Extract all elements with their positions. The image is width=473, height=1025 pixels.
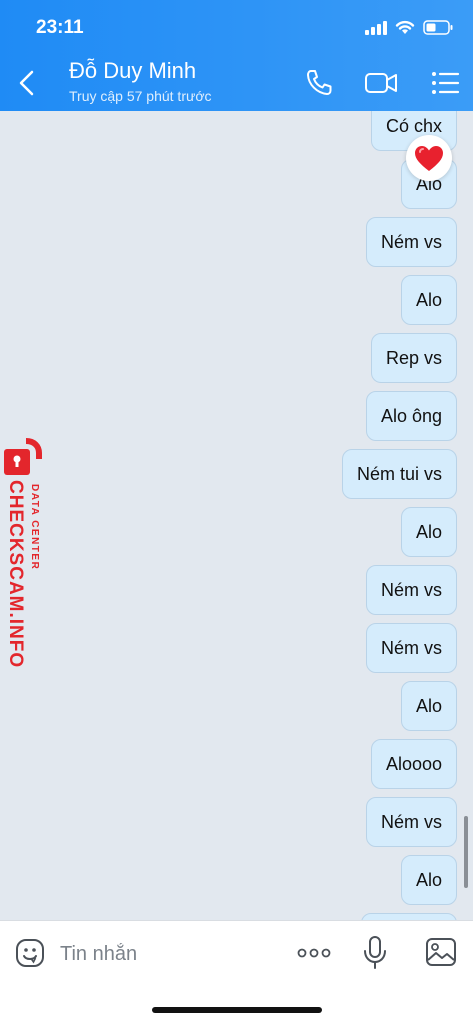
message-bubble[interactable]: Ném tui vs [341, 449, 457, 499]
image-icon[interactable] [424, 935, 458, 969]
message-bubble[interactable]: Ném vs [365, 623, 457, 673]
heart-reaction-icon[interactable] [406, 135, 452, 181]
status-time: 23:11 [36, 17, 84, 38]
back-icon[interactable] [16, 68, 40, 98]
message-input[interactable] [58, 935, 282, 973]
message-list[interactable]: Có chx Alo Ném vs Alo Rep vs Alo ông Ném… [0, 111, 473, 920]
menu-icon[interactable] [428, 66, 462, 100]
message-bubble[interactable] [361, 913, 457, 920]
watermark-brand: CHECKSCAM.INFO [5, 480, 26, 669]
contact-name[interactable]: Đỗ Duy Minh [69, 58, 196, 84]
scrollbar[interactable] [464, 816, 468, 888]
message-bubble[interactable]: Alo [400, 681, 457, 731]
lock-icon [2, 437, 50, 477]
video-call-icon[interactable] [364, 66, 398, 100]
status-icons [365, 20, 453, 35]
message-bubble[interactable]: Ném vs [365, 565, 457, 615]
wifi-icon [395, 20, 415, 35]
message-bubble[interactable]: Alo [400, 855, 457, 905]
emoji-icon[interactable] [14, 937, 46, 969]
battery-icon [423, 20, 453, 35]
cellular-signal-icon [365, 20, 387, 35]
home-indicator[interactable] [152, 1007, 322, 1013]
more-options-icon[interactable] [296, 943, 332, 963]
phone-icon[interactable] [302, 66, 336, 100]
message-bubble[interactable]: Ném vs [365, 797, 457, 847]
message-bubble[interactable]: Alo ông [365, 391, 457, 441]
microphone-icon[interactable] [362, 935, 388, 971]
message-bubble[interactable]: Ném vs [365, 217, 457, 267]
last-seen-status: Truy cập 57 phút trước [69, 88, 212, 104]
watermark-subtitle: DATA CENTER [29, 484, 40, 571]
message-bubble[interactable]: Alo [400, 275, 457, 325]
message-bubble[interactable]: Aloooo [370, 739, 457, 789]
chat-header: 23:11 Đỗ Duy Minh Truy cập 57 phút trước [0, 0, 473, 111]
message-bubble[interactable]: Rep vs [370, 333, 457, 383]
message-bubble[interactable]: Alo [400, 507, 457, 557]
